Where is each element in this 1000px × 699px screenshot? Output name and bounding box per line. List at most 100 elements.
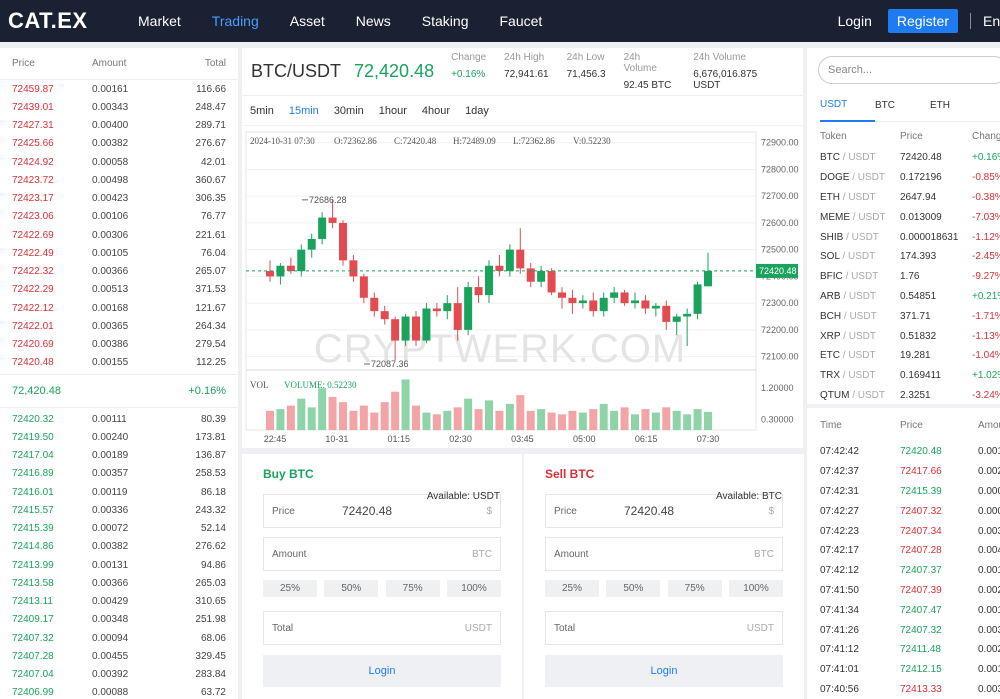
market-row[interactable]: SOL / USDT174.393-2.45% [807, 247, 1000, 267]
sell-pct-50[interactable]: 50% [606, 580, 661, 597]
order-row[interactable]: 72419.50 0.00240 173.81 [0, 428, 238, 446]
register-button[interactable]: Register [887, 9, 958, 33]
order-price: 72414.86 [12, 541, 54, 553]
market-row[interactable]: ETC / USDT19.281-1.04% [807, 346, 1000, 366]
sell-pct-25[interactable]: 25% [545, 580, 599, 597]
nav-staking[interactable]: Staking [422, 13, 469, 29]
order-row[interactable]: 72416.01 0.00119 86.18 [0, 483, 238, 501]
market-row[interactable]: BTC / USDT72420.48+0.16% [807, 148, 1000, 168]
interval-1hour[interactable]: 1hour [379, 105, 407, 117]
market-row[interactable]: SHIB / USDT0.000018631-1.12% [807, 227, 1000, 247]
order-row[interactable]: 72422.01 0.00365 264.34 [0, 317, 238, 335]
sell-price-value[interactable]: 72420.48 [624, 504, 768, 518]
order-row[interactable]: 72422.12 0.00168 121.67 [0, 299, 238, 317]
chart-svg[interactable]: 72900.00 72800.00 72700.00 72600.00 72500.00… [242, 126, 803, 448]
order-row[interactable]: 72423.17 0.00423 306.35 [0, 190, 238, 208]
nav-faucet[interactable]: Faucet [499, 13, 542, 29]
order-row[interactable]: 72407.28 0.00455 329.45 [0, 647, 238, 665]
interval-1day[interactable]: 1day [465, 105, 489, 117]
token-pair: MEME / USDT [820, 212, 900, 223]
volume-bar [631, 414, 639, 430]
ohlc-volume: V:0.52230 [573, 136, 611, 146]
sell-login-button[interactable]: Login [545, 655, 783, 687]
buy-pct-25[interactable]: 25% [263, 580, 317, 597]
order-row[interactable]: 72406.99 0.00088 63.72 [0, 684, 238, 699]
nav-market[interactable]: Market [138, 13, 181, 29]
order-row[interactable]: 72417.04 0.00189 136.87 [0, 447, 238, 465]
order-row[interactable]: 72413.58 0.00366 265.03 [0, 574, 238, 592]
order-price: 72413.99 [12, 559, 54, 571]
buy-pct-75[interactable]: 75% [385, 580, 440, 597]
order-row[interactable]: 72439.01 0.00343 248.47 [0, 98, 238, 116]
buy-total-field[interactable]: Total USDT [263, 611, 501, 645]
order-row[interactable]: 72415.39 0.00072 52.14 [0, 520, 238, 538]
language-selector[interactable]: En [970, 13, 1000, 29]
order-row[interactable]: 72416.89 0.00357 258.53 [0, 465, 238, 483]
volume-value: VOLUME: 0.52230 [284, 380, 357, 390]
buy-login-button[interactable]: Login [263, 655, 501, 687]
market-row[interactable]: ETH / USDT2647.94-0.38% [807, 188, 1000, 208]
tab-btc[interactable]: BTC [875, 90, 930, 122]
market-row[interactable]: MEME / USDT0.013009-7.03% [807, 207, 1000, 227]
market-row[interactable]: XRP / USDT0.51832-1.13% [807, 326, 1000, 346]
order-row[interactable]: 72420.48 0.00155 112.25 [0, 354, 238, 372]
sell-pct-100[interactable]: 100% [728, 580, 783, 597]
market-row[interactable]: DOGE / USDT0.172196-0.85% [807, 168, 1000, 188]
tab-eth[interactable]: ETH [930, 90, 985, 122]
order-row[interactable]: 72407.32 0.00094 68.06 [0, 629, 238, 647]
order-amount: 0.00111 [92, 413, 127, 425]
order-total: 265.03 [195, 577, 226, 589]
candle-body [474, 287, 483, 296]
search-input[interactable]: Search... [818, 56, 1000, 84]
volume-bar [599, 403, 608, 430]
order-row[interactable]: 72422.49 0.00105 76.04 [0, 244, 238, 262]
order-row[interactable]: 72407.04 0.00392 283.84 [0, 666, 238, 684]
login-link[interactable]: Login [838, 13, 872, 29]
interval-5min[interactable]: 5min [250, 105, 274, 117]
token-base: ETH [820, 191, 840, 203]
order-row[interactable]: 72425.66 0.00382 276.67 [0, 135, 238, 153]
market-row[interactable]: QTUM / USDT2.3251-3.24% [807, 386, 1000, 406]
market-row[interactable]: BCH / USDT371.71-1.71% [807, 306, 1000, 326]
order-row[interactable]: 72424.92 0.00058 42.01 [0, 153, 238, 171]
trade-price: 72407.47 [900, 604, 942, 616]
sell-amount-unit: BTC [754, 548, 774, 560]
nav-asset[interactable]: Asset [290, 13, 325, 29]
market-row[interactable]: TRX / USDT0.169411+1.02% [807, 366, 1000, 386]
order-row[interactable]: 72423.06 0.00106 76.77 [0, 208, 238, 226]
buy-price-field[interactable]: Available: USDT Price 72420.48 $ [263, 491, 501, 528]
sell-pct-75[interactable]: 75% [667, 580, 722, 597]
order-row[interactable]: 72409.17 0.00348 251.98 [0, 611, 238, 629]
order-row[interactable]: 72415.57 0.00336 243.32 [0, 501, 238, 519]
market-row[interactable]: BFIC / USDT1.76-9.27% [807, 267, 1000, 287]
order-row[interactable]: 72422.69 0.00306 221.61 [0, 226, 238, 244]
order-row[interactable]: 72422.32 0.00366 265.07 [0, 263, 238, 281]
order-row[interactable]: 72422.29 0.00513 371.53 [0, 281, 238, 299]
sell-total-field[interactable]: Total USDT [545, 611, 783, 645]
order-row[interactable]: 72413.11 0.00429 310.65 [0, 593, 238, 611]
buy-amount-field[interactable]: Amount BTC [263, 537, 501, 571]
interval-30min[interactable]: 30min [334, 105, 364, 117]
order-row[interactable]: 72414.86 0.00382 276.62 [0, 538, 238, 556]
interval-4hour[interactable]: 4hour [422, 105, 450, 117]
candlestick-chart[interactable]: 72900.00 72800.00 72700.00 72600.00 72500.00… [242, 126, 803, 448]
nav-trading[interactable]: Trading [212, 13, 259, 29]
buy-pct-50[interactable]: 50% [324, 580, 379, 597]
logo[interactable]: CAT.EX [8, 8, 138, 34]
order-row[interactable]: 72420.32 0.00111 80.39 [0, 410, 238, 428]
tab-usdt[interactable]: USDT [820, 90, 875, 122]
sell-amount-field[interactable]: Amount BTC [545, 537, 783, 571]
order-row[interactable]: 72427.31 0.00400 289.71 [0, 117, 238, 135]
order-row[interactable]: 72420.69 0.00386 279.54 [0, 336, 238, 354]
market-row[interactable]: ARB / USDT0.54851+0.21% [807, 287, 1000, 307]
sell-price-field[interactable]: Available: BTC Price 72420.48 $ [545, 491, 783, 528]
order-row[interactable]: 72413.99 0.00131 94.86 [0, 556, 238, 574]
trade-row: 07:42:17 72407.28 0.00455 [807, 541, 1000, 561]
order-row[interactable]: 72459.87 0.00161 116.66 [0, 80, 238, 98]
buy-pct-100[interactable]: 100% [446, 580, 501, 597]
nav-news[interactable]: News [356, 13, 391, 29]
buy-price-value[interactable]: 72420.48 [342, 504, 486, 518]
order-row[interactable]: 72423.72 0.00498 360.67 [0, 171, 238, 189]
interval-15min[interactable]: 15min [289, 105, 319, 117]
token-pair: BTC / USDT [820, 152, 900, 163]
